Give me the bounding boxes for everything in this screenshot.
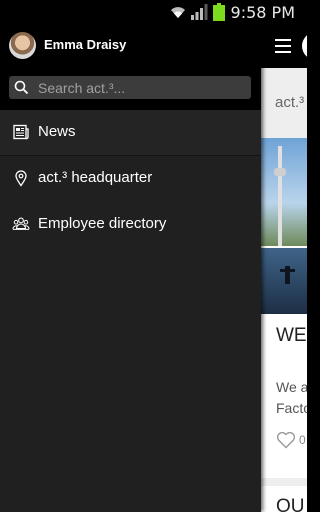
search-box[interactable] <box>9 76 251 99</box>
user-name[interactable]: Emma Draisy <box>44 37 126 52</box>
menu-item-employee-directory[interactable]: Employee directory <box>0 202 261 248</box>
news-card[interactable]: WE We a Facto 0 <box>261 138 307 478</box>
navigation-drawer: Emma Draisy News act.³ headquarter <box>0 24 261 512</box>
app-logo-icon <box>302 32 307 60</box>
status-bar: 9:58 PM <box>0 0 307 24</box>
location-pin-icon <box>15 170 27 187</box>
hamburger-menu-icon[interactable] <box>275 39 291 53</box>
menu-item-headquarter[interactable]: act.³ headquarter <box>0 156 261 202</box>
signal-icon <box>191 4 208 20</box>
battery-icon <box>213 3 225 21</box>
newspaper-icon <box>13 124 29 140</box>
tower-image <box>261 138 307 246</box>
card-heading: WE <box>276 325 307 346</box>
statue-image <box>261 248 307 314</box>
app-content: act.³ WE We a Facto 0 OU <box>261 24 307 512</box>
card-text-line: We a <box>276 379 307 395</box>
card-heading: OU <box>276 496 305 512</box>
app-topbar <box>261 24 307 68</box>
menu-item-label: act.³ headquarter <box>38 169 153 186</box>
news-card[interactable]: OU <box>261 486 307 512</box>
like-count: 0 <box>299 433 306 447</box>
status-time: 9:58 PM <box>230 3 295 22</box>
search-icon <box>14 80 29 95</box>
people-icon <box>12 217 30 230</box>
card-text-line: Facto <box>276 400 307 416</box>
menu-item-label: Employee directory <box>38 215 167 232</box>
section-title: act.³ <box>275 94 305 111</box>
wifi-icon <box>171 7 185 18</box>
search-input[interactable] <box>38 76 246 99</box>
heart-icon[interactable] <box>276 431 296 449</box>
menu-item-label: News <box>38 123 76 140</box>
menu-item-news[interactable]: News <box>0 110 261 156</box>
avatar[interactable] <box>9 32 36 59</box>
drawer-header: Emma Draisy <box>0 24 261 110</box>
